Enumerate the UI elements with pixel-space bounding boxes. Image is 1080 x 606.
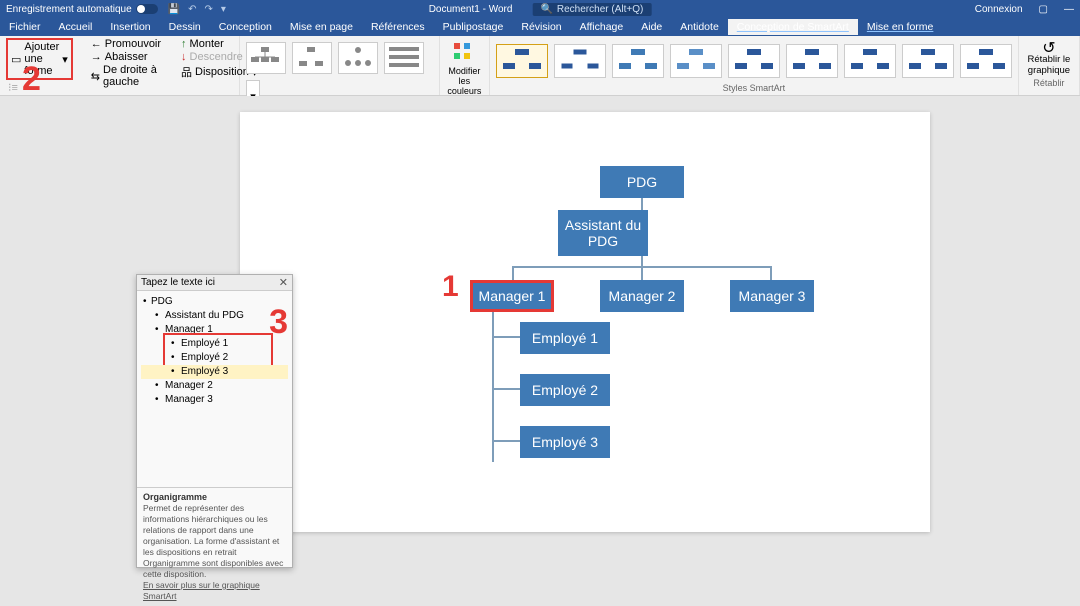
quick-access-toolbar: 💾 ↶ ↷ ▾ <box>168 4 226 15</box>
tab-dessin[interactable]: Dessin <box>160 19 210 35</box>
text-pane-footer: Organigramme Permet de représenter des i… <box>137 487 292 606</box>
footer-body: Permet de représenter des informations h… <box>143 503 283 579</box>
save-icon[interactable]: 💾 <box>168 4 180 15</box>
tab-revision[interactable]: Révision <box>512 19 570 35</box>
tab-fichier[interactable]: Fichier <box>0 19 50 35</box>
autosave-toggle[interactable]: Enregistrement automatique <box>6 4 158 15</box>
learn-more-link[interactable]: En savoir plus sur le graphique SmartArt <box>143 580 260 601</box>
tab-conception[interactable]: Conception <box>210 19 281 35</box>
smartart-text-pane[interactable]: Tapez le texte ici ✕ PDG Assistant du PD… <box>136 274 293 568</box>
tab-mise-en-forme[interactable]: Mise en forme <box>858 19 943 35</box>
tab-accueil[interactable]: Accueil <box>50 19 102 35</box>
document-title-area: Document1 - Word 🔍 Rechercher (Alt+Q) <box>429 3 652 16</box>
page: PDG Assistant du PDG Manager 1 Manager 2… <box>240 112 930 532</box>
undo-icon[interactable]: ↶ <box>188 4 196 15</box>
redo-icon[interactable]: ↷ <box>204 4 212 15</box>
list-item[interactable]: PDG <box>141 295 288 309</box>
minimize-icon[interactable]: — <box>1064 4 1074 15</box>
colors-icon <box>450 39 478 63</box>
footer-title: Organigramme <box>143 492 207 502</box>
node-manager-1[interactable]: Manager 1 <box>470 280 554 312</box>
ribbon-group-create: ▭ Ajouter une forme ▾ ⁝≡ ▤ Volet Texte ←… <box>0 36 240 95</box>
list-item[interactable]: Employé 3 <box>141 365 288 379</box>
ribbon: ▭ Ajouter une forme ▾ ⁝≡ ▤ Volet Texte ←… <box>0 36 1080 96</box>
tab-affichage[interactable]: Affichage <box>571 19 633 35</box>
node-manager-2[interactable]: Manager 2 <box>600 280 684 312</box>
node-employee-3[interactable]: Employé 3 <box>520 426 610 458</box>
autosave-label: Enregistrement automatique <box>6 4 132 15</box>
layout-thumb[interactable] <box>338 42 378 74</box>
text-pane-header: Tapez le texte ici ✕ <box>137 275 292 291</box>
node-employee-2[interactable]: Employé 2 <box>520 374 610 406</box>
list-item[interactable]: Employé 1 <box>141 337 288 351</box>
smartart-orgchart[interactable]: PDG Assistant du PDG Manager 1 Manager 2… <box>460 166 880 486</box>
node-pdg[interactable]: PDG <box>600 166 684 198</box>
list-item[interactable]: Employé 2 <box>141 351 288 365</box>
style-thumb[interactable] <box>960 44 1012 78</box>
ribbon-options-icon[interactable]: ▢ <box>1039 4 1048 15</box>
document-canvas[interactable]: PDG Assistant du PDG Manager 1 Manager 2… <box>0 96 1080 530</box>
tab-insertion[interactable]: Insertion <box>101 19 159 35</box>
menu-bar: Fichier Accueil Insertion Dessin Concept… <box>0 18 1080 36</box>
search-icon: 🔍 <box>540 4 552 15</box>
style-thumb[interactable] <box>554 44 606 78</box>
ribbon-group-styles: Styles SmartArt <box>490 36 1019 95</box>
ribbon-group-reset: ↺ Rétablir le graphique Rétablir <box>1019 36 1080 95</box>
chevron-down-icon: ▾ <box>62 53 68 66</box>
node-employee-1[interactable]: Employé 1 <box>520 322 610 354</box>
reset-group-label: Rétablir <box>1033 76 1064 88</box>
tab-smartart-design[interactable]: Conception de SmartArt <box>728 19 858 35</box>
list-item[interactable]: Manager 3 <box>141 393 288 407</box>
list-item[interactable]: Manager 2 <box>141 379 288 393</box>
layout-thumb[interactable] <box>292 42 332 74</box>
titlebar: Enregistrement automatique 💾 ↶ ↷ ▾ Docum… <box>0 0 1080 18</box>
style-thumb[interactable] <box>844 44 896 78</box>
document-title: Document1 - Word <box>429 4 513 15</box>
styles-gallery[interactable] <box>496 38 1012 78</box>
tab-mise-en-page[interactable]: Mise en page <box>281 19 362 35</box>
reset-icon: ↺ <box>1025 43 1073 54</box>
promote-button[interactable]: ←Promouvoir <box>89 38 163 50</box>
search-placeholder: Rechercher (Alt+Q) <box>557 4 643 15</box>
text-pane-title: Tapez le texte ici <box>141 277 215 288</box>
rtl-button[interactable]: ⇆De droite à gauche <box>89 64 163 88</box>
modify-colors-button[interactable]: Modifier les couleurs <box>446 35 483 96</box>
callout-2: 2 <box>22 60 41 99</box>
ribbon-group-layouts: ▾ Dispositions <box>240 36 440 95</box>
layout-thumb[interactable] <box>246 42 286 74</box>
search-box[interactable]: 🔍 Rechercher (Alt+Q) <box>532 3 651 16</box>
tab-aide[interactable]: Aide <box>632 19 671 35</box>
callout-1: 1 <box>442 270 459 304</box>
callout-3: 3 <box>269 303 288 342</box>
qat-dropdown-icon[interactable]: ▾ <box>221 4 226 15</box>
node-manager-3[interactable]: Manager 3 <box>730 280 814 312</box>
add-shape-icon: ▭ <box>11 53 21 66</box>
demote-button[interactable]: →Abaisser <box>89 51 163 63</box>
toggle-switch[interactable] <box>136 4 158 14</box>
ribbon-group-colors: Modifier les couleurs <box>440 36 490 95</box>
node-assistant[interactable]: Assistant du PDG <box>558 210 648 256</box>
tab-references[interactable]: Références <box>362 19 434 35</box>
style-thumb[interactable] <box>728 44 780 78</box>
tab-antidote[interactable]: Antidote <box>671 19 728 35</box>
login-button[interactable]: Connexion <box>975 4 1023 15</box>
style-thumb[interactable] <box>670 44 722 78</box>
text-pane-body[interactable]: PDG Assistant du PDG Manager 1 Employé 1… <box>137 291 292 487</box>
style-thumb[interactable] <box>612 44 664 78</box>
tab-publipostage[interactable]: Publipostage <box>434 19 513 35</box>
layout-thumb[interactable] <box>384 42 424 74</box>
reset-graphic-button[interactable]: ↺ Rétablir le graphique <box>1025 43 1073 76</box>
style-thumb[interactable] <box>902 44 954 78</box>
style-thumb[interactable] <box>786 44 838 78</box>
list-item[interactable]: Assistant du PDG <box>141 309 288 323</box>
close-icon[interactable]: ✕ <box>279 276 288 289</box>
style-thumb[interactable] <box>496 44 548 78</box>
styles-group-label: Styles SmartArt <box>496 81 1012 93</box>
